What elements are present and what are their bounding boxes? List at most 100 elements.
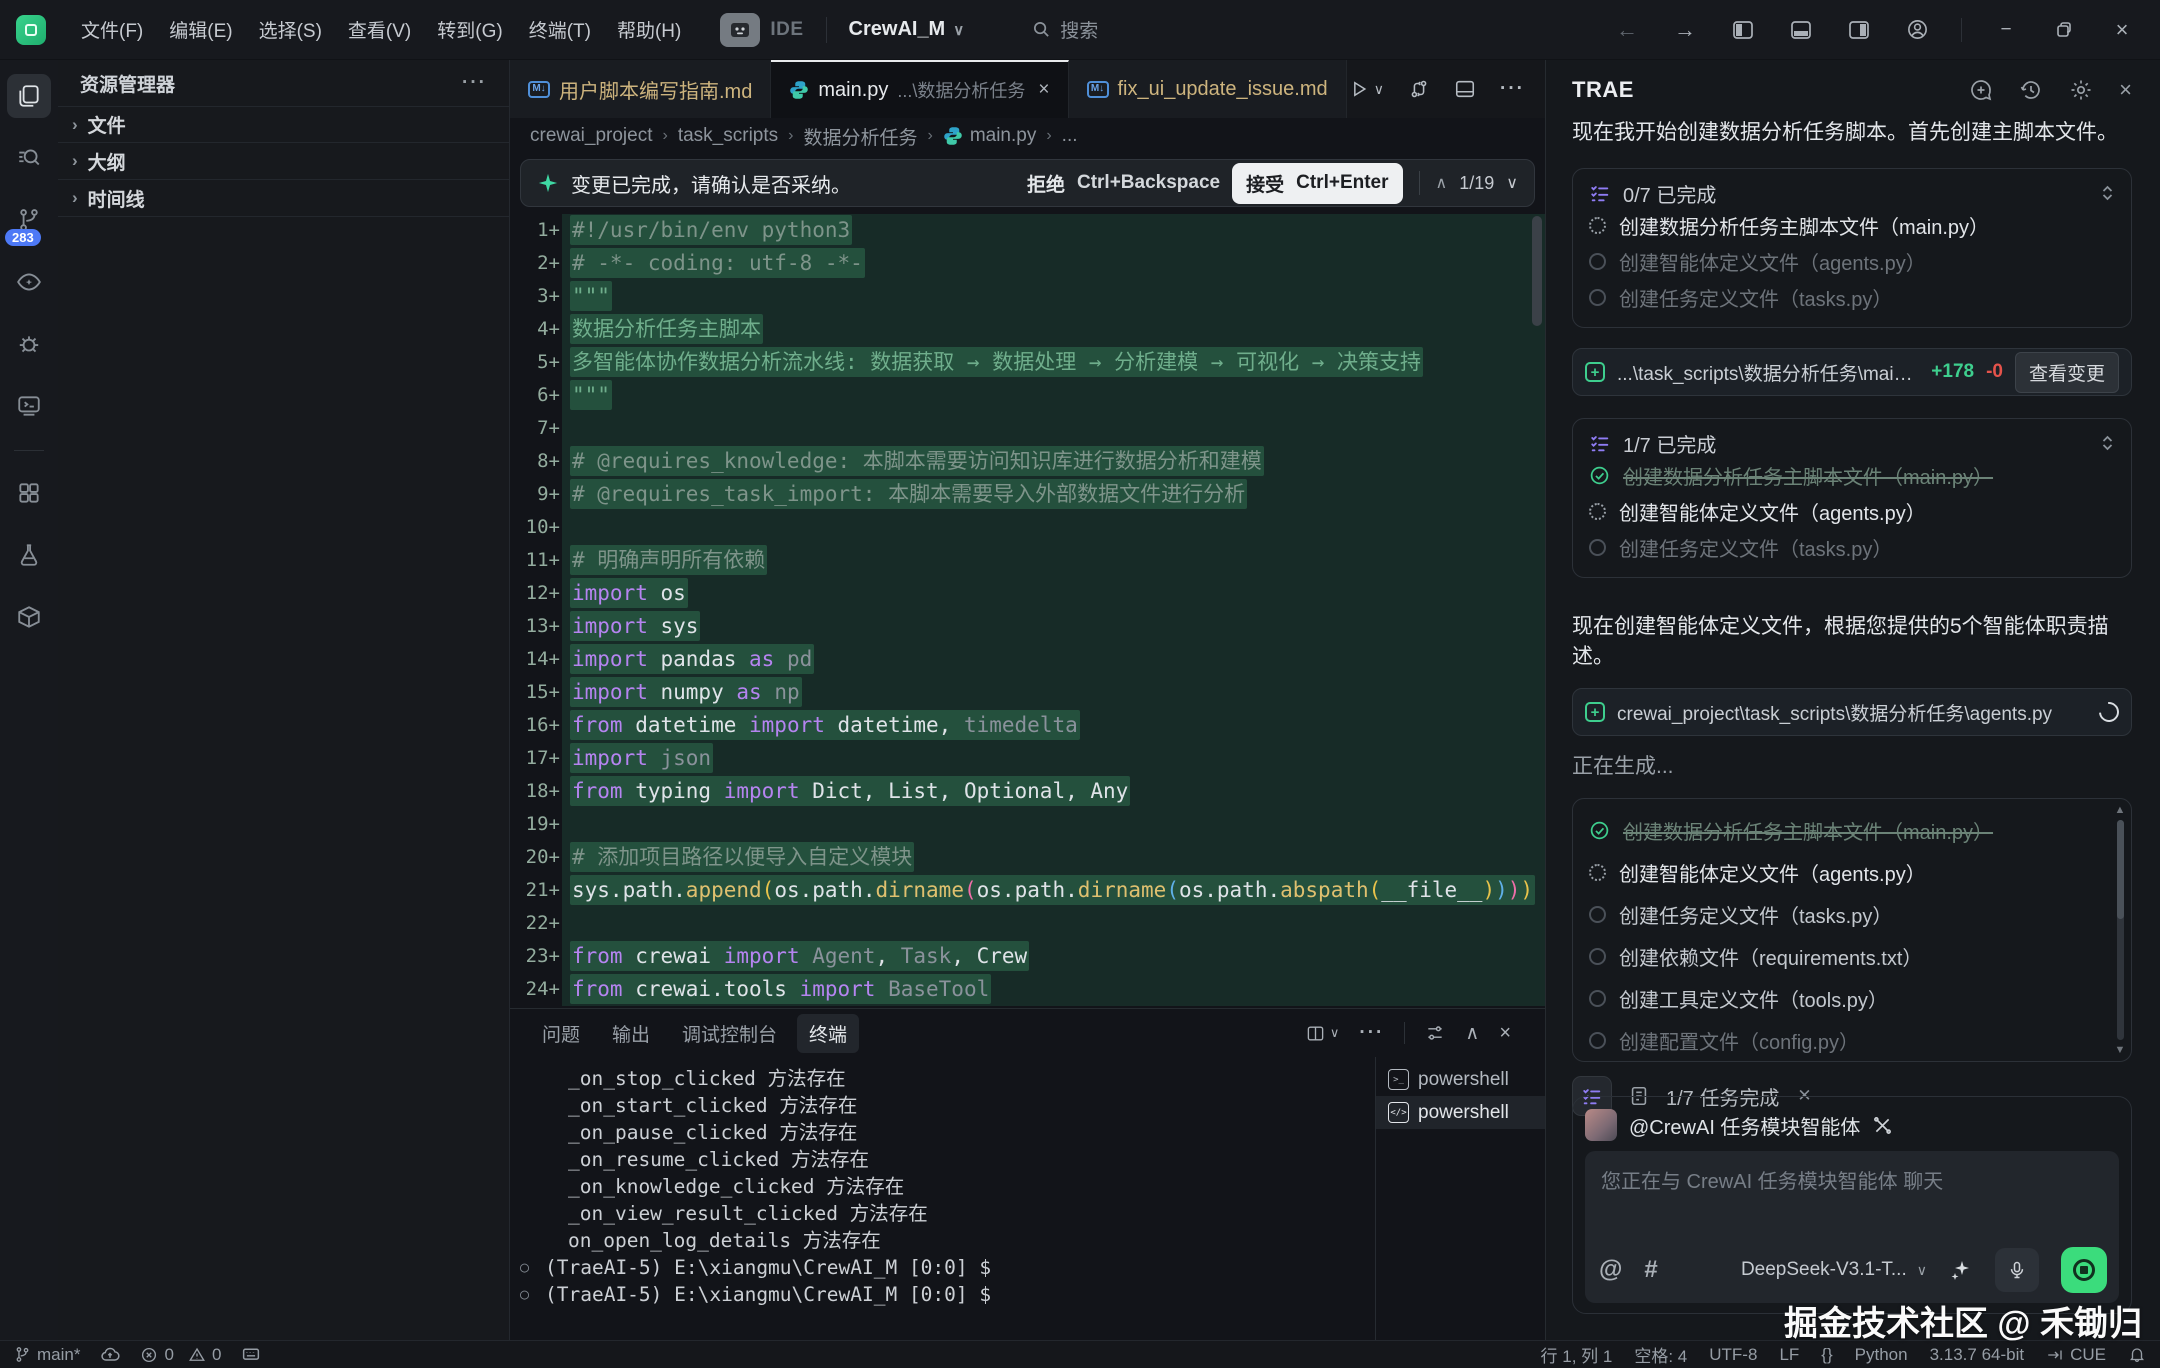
more-actions-button[interactable]: ··· [1500,78,1525,100]
status-item[interactable]: 行 1, 列 1 [1541,1342,1613,1367]
editor-tab[interactable]: M↓用户脚本编写指南.md [510,60,771,118]
diff-review-banner: 变更已完成，请确认是否采纳。 拒绝 Ctrl+Backspace 接受 Ctrl… [520,159,1535,207]
panel-more-button[interactable]: ··· [1359,1022,1384,1044]
nav-back-button[interactable]: ← [1613,16,1641,44]
prev-change-button[interactable]: ∧ [1436,173,1448,193]
mention-button[interactable]: @ [1599,1256,1622,1284]
sync-cloud-icon[interactable] [100,1345,120,1365]
menu-item[interactable]: 选择(S) [259,16,322,43]
global-search[interactable]: 搜索 [1032,16,1098,43]
toggle-left-panel-icon[interactable] [1729,16,1757,44]
menu-item[interactable]: 帮助(H) [617,16,681,43]
sidebar-section-时间线[interactable]: ›时间线 [58,180,509,217]
close-panel-button[interactable]: × [1499,1022,1511,1045]
breadcrumb-item[interactable]: task_scripts [678,125,778,147]
panel-tab-输出[interactable]: 输出 [600,1014,662,1053]
terminal-session[interactable]: </>powershell [1376,1096,1545,1129]
accept-button[interactable]: 接受 Ctrl+Enter [1232,163,1402,204]
status-item[interactable]: UTF-8 [1709,1345,1757,1365]
remote-indicator-icon[interactable] [241,1346,261,1364]
problems-item[interactable]: 0 0 [140,1345,221,1365]
window-close-button[interactable]: × [2108,16,2136,44]
menu-item[interactable]: 转到(G) [437,16,502,43]
compare-changes-icon[interactable] [1408,78,1430,100]
breadcrumb-item[interactable]: ... [1062,125,1078,147]
history-icon[interactable] [2019,78,2043,102]
menu-item[interactable]: 文件(F) [81,16,143,43]
panel-tab-问题[interactable]: 问题 [530,1014,592,1053]
next-change-button[interactable]: ∨ [1506,173,1518,193]
new-chat-icon[interactable] [1969,78,1993,102]
status-item[interactable]: 3.13.7 64-bit [1930,1345,2025,1365]
code-text: from crewai.tools import BaseTool [562,973,1545,1006]
run-button[interactable]: ∨ [1349,79,1384,99]
file-change-chip[interactable]: +crewai_project\task_scripts\数据分析任务\agen… [1572,688,2132,736]
ai-preview-icon[interactable] [7,260,51,304]
remote-terminal-icon[interactable] [7,384,51,428]
enhance-icon[interactable] [1949,1258,1973,1282]
breadcrumb-item[interactable]: main.py [943,125,1037,147]
editor-tab[interactable]: M↓fix_ui_update_issue.md [1069,60,1347,118]
bell-icon[interactable] [2128,1346,2146,1364]
explorer-more-button[interactable]: ··· [462,72,487,94]
context-button[interactable]: # [1644,1256,1657,1284]
editor-scrollbar[interactable] [1532,216,1542,326]
maximize-panel-button[interactable]: ∧ [1465,1022,1479,1045]
test-lab-icon[interactable] [7,533,51,577]
view-changes-button[interactable]: 查看变更 [2015,352,2119,393]
sidebar-section-大纲[interactable]: ›大纲 [58,143,509,180]
terminal-session[interactable]: >_powershell [1376,1063,1545,1096]
code-editor[interactable]: 1+#!/usr/bin/env python32+# -*- coding: … [510,214,1545,1008]
window-minimize-button[interactable]: − [1992,16,2020,44]
toggle-bottom-panel-icon[interactable] [1787,16,1815,44]
open-layout-icon[interactable] [1454,78,1476,100]
ide-badge[interactable]: IDE [720,13,803,47]
status-item[interactable]: Python [1855,1345,1908,1365]
breadcrumb-item[interactable]: crewai_project [530,125,653,147]
mic-button[interactable] [1995,1248,2039,1292]
sidebar-section-文件[interactable]: ›文件 [58,106,509,143]
extensions-icon[interactable] [7,471,51,515]
panel-tab-调试控制台[interactable]: 调试控制台 [670,1014,789,1053]
editor-tab[interactable]: main.py...\数据分析任务× [771,60,1068,118]
stop-send-button[interactable] [2061,1247,2107,1293]
file-change-chip[interactable]: +...\task_scripts\数据分析任务\main.py+178-0查看… [1572,348,2132,396]
chat-input[interactable]: 您正在与 CrewAI 任务模块智能体 聊天 @ # DeepSeek-V3.1… [1585,1151,2119,1303]
task-label: 创建智能体定义文件（agents.py） [1619,497,1926,526]
status-item[interactable]: 空格: 4 [1634,1342,1687,1367]
window-restore-button[interactable] [2050,16,2078,44]
task-card-header[interactable]: 1/7 已完成 [1589,429,2115,457]
nav-forward-button[interactable]: → [1671,16,1699,44]
terminal-output[interactable]: _on_stop_clicked 方法存在_on_start_clicked 方… [510,1057,1375,1340]
model-selector[interactable]: DeepSeek-V3.1-T... ∨ [1741,1259,1927,1281]
workspace-switcher[interactable]: CrewAI_M ∨ [849,18,965,41]
explorer-icon[interactable] [7,74,51,118]
task-card-header[interactable]: 0/7 已完成 [1589,179,2115,207]
menu-item[interactable]: 查看(V) [348,16,411,43]
close-icon[interactable]: × [1038,79,1049,101]
terminal-profile-icon[interactable] [1425,1023,1445,1043]
status-item[interactable]: CUE [2046,1345,2106,1365]
card-scrollbar[interactable]: ▲▼ [2113,804,2127,1056]
status-item[interactable]: LF [1779,1345,1799,1365]
split-terminal-button[interactable]: ∨ [1306,1024,1340,1043]
panel-tab-终端[interactable]: 终端 [797,1014,859,1053]
reject-button[interactable]: 拒绝 Ctrl+Backspace [1027,170,1220,197]
git-branch-item[interactable]: main* [14,1345,80,1365]
debug-icon[interactable] [7,322,51,366]
breadcrumb-item[interactable]: 数据分析任务 [803,123,917,150]
close-panel-icon[interactable]: × [2119,77,2132,103]
search-sidebar-icon[interactable] [7,136,51,180]
account-icon[interactable] [1903,16,1931,44]
gear-icon[interactable] [2069,78,2093,102]
code-line: 20+# 添加项目路径以便导入自定义模块 [510,841,1545,874]
package-icon[interactable] [7,595,51,639]
toggle-right-panel-icon[interactable] [1845,16,1873,44]
status-item[interactable]: {} [1821,1345,1832,1365]
breadcrumb[interactable]: crewai_project›task_scripts›数据分析任务›main.… [510,118,1545,154]
menu-item[interactable]: 编辑(E) [169,16,232,43]
expand-collapse-icon[interactable] [2100,184,2115,202]
source-control-icon[interactable]: 283 [7,198,51,242]
expand-collapse-icon[interactable] [2100,434,2115,452]
menu-item[interactable]: 终端(T) [529,16,591,43]
